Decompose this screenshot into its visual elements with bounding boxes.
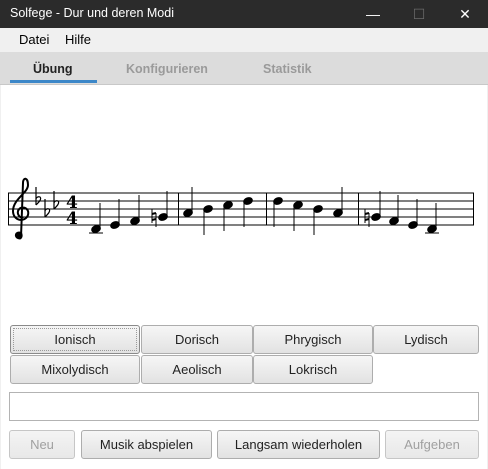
tab-statistics[interactable]: Statistik [263,62,312,76]
tab-configure[interactable]: Konfigurieren [126,62,208,76]
mode-aeolian-button[interactable]: Aeolisch [141,355,253,384]
answer-field[interactable] [9,392,479,421]
maximize-button[interactable]: ☐ [396,0,442,28]
key-signature-flats-icon [35,187,60,218]
menu-help[interactable]: Hilfe [65,32,91,47]
play-music-button[interactable]: Musik abspielen [81,430,212,459]
svg-text:4: 4 [66,209,78,229]
natural-sign-icon [151,209,157,227]
active-tab-indicator [10,80,97,83]
music-staff: 4 4 [8,177,474,240]
minimize-button[interactable]: — [350,0,396,28]
natural-sign-icon [364,209,370,227]
tab-exercise[interactable]: Übung [33,62,73,76]
title-bar: Solfege - Dur und deren Modi — ☐ ✕ [0,0,488,28]
close-button[interactable]: ✕ [442,0,488,28]
menu-file[interactable]: Datei [19,32,49,47]
mode-mixolydian-button[interactable]: Mixolydisch [10,355,140,384]
mode-ionian-button[interactable]: Ionisch [10,325,140,354]
notes [89,187,439,235]
give-up-button[interactable]: Aufgeben [385,430,479,459]
mode-phrygian-button[interactable]: Phrygisch [253,325,373,354]
staff-lines [8,192,474,226]
menu-bar: Datei Hilfe [0,28,488,53]
mode-lydian-button[interactable]: Lydisch [373,325,479,354]
maximize-icon: ☐ [412,5,426,22]
new-button[interactable]: Neu [9,430,75,459]
mode-dorian-button[interactable]: Dorisch [141,325,253,354]
mode-locrian-button[interactable]: Lokrisch [253,355,373,384]
minimize-icon: — [366,6,380,22]
window-title: Solfege - Dur und deren Modi [10,6,174,20]
time-signature-icon: 4 4 [66,193,78,229]
repeat-slowly-button[interactable]: Langsam wiederholen [217,430,380,459]
close-icon: ✕ [459,5,471,22]
